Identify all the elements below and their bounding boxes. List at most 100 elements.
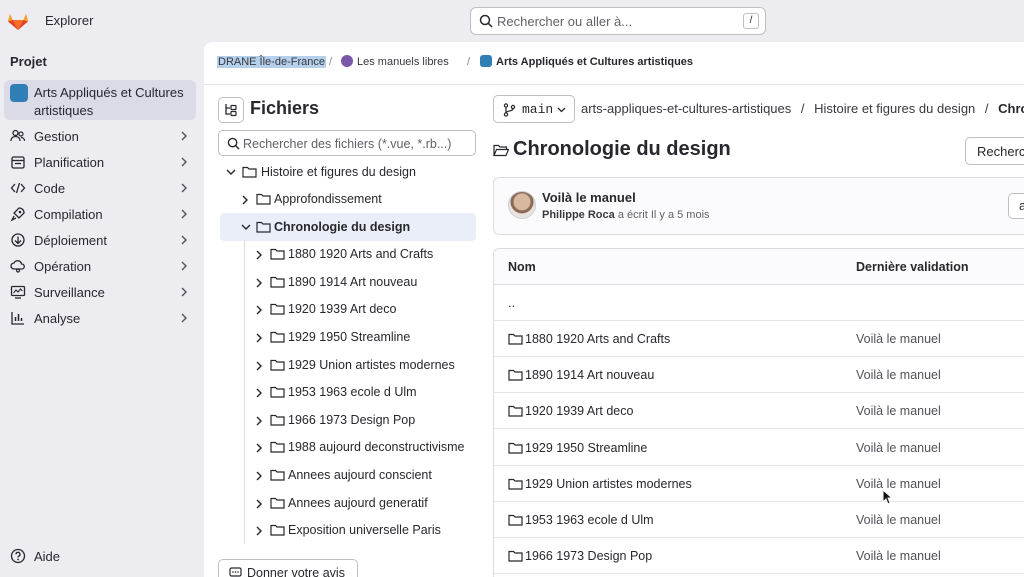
file-search-placeholder: Rechercher des fichiers (*.vue, *.rb...) xyxy=(243,137,452,151)
branch-selector[interactable]: main xyxy=(493,95,575,123)
tree-folder-item[interactable]: 1929 1950 Streamline xyxy=(255,324,476,350)
tree-folder-root[interactable]: Histoire et figures du design xyxy=(226,159,476,185)
last-commit-link[interactable]: Voilà le manuel xyxy=(856,332,941,346)
last-commit-link[interactable]: Voilà le manuel xyxy=(856,477,941,491)
tree-folder-item[interactable]: Annees aujourd conscient xyxy=(255,462,476,488)
search-icon xyxy=(479,14,493,28)
sidebar-item-planification[interactable]: Planification xyxy=(4,150,196,174)
tree-folder-item[interactable]: 1929 Union artistes modernes xyxy=(255,352,476,378)
file-name-link[interactable]: 1890 1914 Art nouveau xyxy=(525,368,654,382)
rocket-icon xyxy=(10,206,26,222)
file-name-link[interactable]: 1929 1950 Streamline xyxy=(525,441,647,455)
path-separator: / xyxy=(800,101,805,116)
table-row[interactable]: 1966 1973 Design Pop Voilà le manuel xyxy=(494,538,1024,575)
folder-icon xyxy=(270,303,285,315)
sidebar-item-deploiement[interactable]: Déploiement xyxy=(4,228,196,252)
sidebar-item-compilation[interactable]: Compilation xyxy=(4,202,196,226)
help-button[interactable]: Aide xyxy=(10,548,60,564)
table-row[interactable]: 1929 1950 Streamline Voilà le manuel xyxy=(494,430,1024,466)
sidebar-project-item[interactable]: Arts Appliqués et Cultures artistiques xyxy=(4,80,196,120)
tree-folder-item[interactable]: 1953 1963 ecole d Ulm xyxy=(255,379,476,405)
tree-folder-item[interactable]: 1920 1939 Art deco xyxy=(255,296,476,322)
last-commit-link[interactable]: Voilà le manuel xyxy=(856,368,941,382)
folder-icon xyxy=(508,369,523,381)
file-name-link[interactable]: 1920 1939 Art deco xyxy=(525,404,633,418)
file-search-input[interactable]: Rechercher des fichiers (*.vue, *.rb...) xyxy=(218,130,476,156)
folder-open-icon xyxy=(256,221,271,233)
sidebar-item-label: Planification xyxy=(34,155,105,170)
path-segment-folder[interactable]: Histoire et figures du design xyxy=(814,101,975,116)
commit-author[interactable]: Philippe Roca xyxy=(542,209,615,221)
deploy-icon xyxy=(10,232,26,248)
sidebar: Projet Arts Appliqués et Cultures artist… xyxy=(0,42,204,577)
find-file-button[interactable]: Recherc xyxy=(965,137,1024,165)
breadcrumb-project-link[interactable]: Arts Appliqués et Cultures artistiques xyxy=(496,56,693,68)
table-row[interactable]: 1920 1939 Art deco Voilà le manuel xyxy=(494,393,1024,430)
tree-item-label: Chronologie du design xyxy=(274,219,411,234)
commit-action-button[interactable]: a xyxy=(1008,193,1024,219)
toggle-file-tree-button[interactable] xyxy=(218,97,244,123)
sidebar-item-code[interactable]: Code xyxy=(4,176,196,200)
path-segment-root[interactable]: arts-appliques-et-cultures-artistiques xyxy=(581,101,791,116)
chevron-down-icon xyxy=(226,168,236,176)
table-row-parent[interactable]: .. xyxy=(494,285,1024,321)
commit-action: a écrit xyxy=(617,209,648,221)
tree-folder-item[interactable]: 1880 1920 Arts and Crafts xyxy=(255,241,476,267)
table-row[interactable]: 1929 Union artistes modernes Voilà le man… xyxy=(494,466,1024,502)
table-row[interactable]: 1880 1920 Arts and Crafts Voilà le manuel xyxy=(494,321,1024,357)
tree-folder-item[interactable]: 1890 1914 Art nouveau xyxy=(255,269,476,295)
sidebar-item-label: Compilation xyxy=(34,207,103,222)
chevron-right-icon xyxy=(180,235,188,245)
file-name-link[interactable]: 1966 1973 Design Pop xyxy=(525,549,652,563)
tree-folder-item[interactable]: Annees aujourd generatif xyxy=(255,490,476,516)
code-icon xyxy=(10,180,26,196)
repo-path-breadcrumb: arts-appliques-et-cultures-artistiques /… xyxy=(581,101,1024,116)
table-header: Nom Dernière validation xyxy=(494,249,1024,285)
breadcrumb-group-link[interactable]: DRANE Île-de-France xyxy=(217,56,326,68)
last-commit-link[interactable]: Voilà le manuel xyxy=(856,404,941,418)
tree-folder-item[interactable]: 1966 1973 Design Pop xyxy=(255,407,476,433)
last-commit-link[interactable]: Voilà le manuel xyxy=(856,441,941,455)
tree-item-label: 1988 aujourd deconstructivisme xyxy=(288,440,465,455)
sidebar-item-surveillance[interactable]: Surveillance xyxy=(4,280,196,304)
commit-meta: Philippe Roca a écrit Il y a 5 mois xyxy=(542,209,710,221)
global-search-input[interactable]: Rechercher ou aller à... / xyxy=(470,7,766,35)
chevron-right-icon xyxy=(180,313,188,323)
tree-folder-item[interactable]: 1988 aujourd deconstructivisme xyxy=(255,434,476,460)
explore-link[interactable]: Explorer xyxy=(45,13,93,28)
tree-folder-item[interactable]: Approfondissement xyxy=(241,186,476,212)
table-row[interactable]: 1890 1914 Art nouveau Voilà le manuel xyxy=(494,357,1024,394)
chevron-right-icon xyxy=(180,209,188,219)
tree-folder-item[interactable]: Chronologie du design xyxy=(241,214,476,240)
folder-icon xyxy=(270,248,285,260)
commit-message[interactable]: Voilà le manuel xyxy=(542,190,636,205)
folder-icon xyxy=(270,276,285,288)
calendar-icon xyxy=(10,154,26,170)
file-name-link[interactable]: 1880 1920 Arts and Crafts xyxy=(525,332,670,346)
tree-item-label: 1929 1950 Streamline xyxy=(288,330,411,344)
breadcrumb-subgroup-link[interactable]: Les manuels libres xyxy=(357,56,449,68)
tree-folder-item[interactable]: Exposition universelle Paris xyxy=(255,517,476,543)
main-panel: DRANE Île-de-France / Les manuels libres… xyxy=(204,42,1024,577)
feedback-button[interactable]: Donner votre avis xyxy=(218,559,358,577)
file-name-link[interactable]: 1953 1963 ecole d Ulm xyxy=(525,513,654,527)
folder-open-icon xyxy=(493,144,509,157)
avatar[interactable] xyxy=(508,191,536,219)
tree-item-label: 1920 1939 Art deco xyxy=(288,302,397,317)
sidebar-item-operation[interactable]: Opération xyxy=(4,254,196,278)
folder-icon xyxy=(508,442,523,454)
tree-item-label: Annees aujourd generatif xyxy=(288,495,428,510)
top-bar: Explorer Rechercher ou aller à... / xyxy=(0,0,1024,42)
sidebar-item-label: Gestion xyxy=(34,129,79,144)
gitlab-logo-icon[interactable] xyxy=(6,8,30,32)
folder-icon xyxy=(270,469,285,481)
sidebar-item-analyse[interactable]: Analyse xyxy=(4,306,196,330)
parent-directory-link[interactable]: .. xyxy=(508,295,515,310)
last-commit-link[interactable]: Voilà le manuel xyxy=(856,513,941,527)
last-commit-link[interactable]: Voilà le manuel xyxy=(856,549,941,563)
sidebar-item-gestion[interactable]: Gestion xyxy=(4,124,196,148)
path-segment-current: Chron xyxy=(998,101,1024,116)
file-name-link[interactable]: 1929 Union artistes modernes xyxy=(525,477,692,491)
folder-icon xyxy=(270,359,285,371)
table-row[interactable]: 1953 1963 ecole d Ulm Voilà le manuel xyxy=(494,502,1024,538)
